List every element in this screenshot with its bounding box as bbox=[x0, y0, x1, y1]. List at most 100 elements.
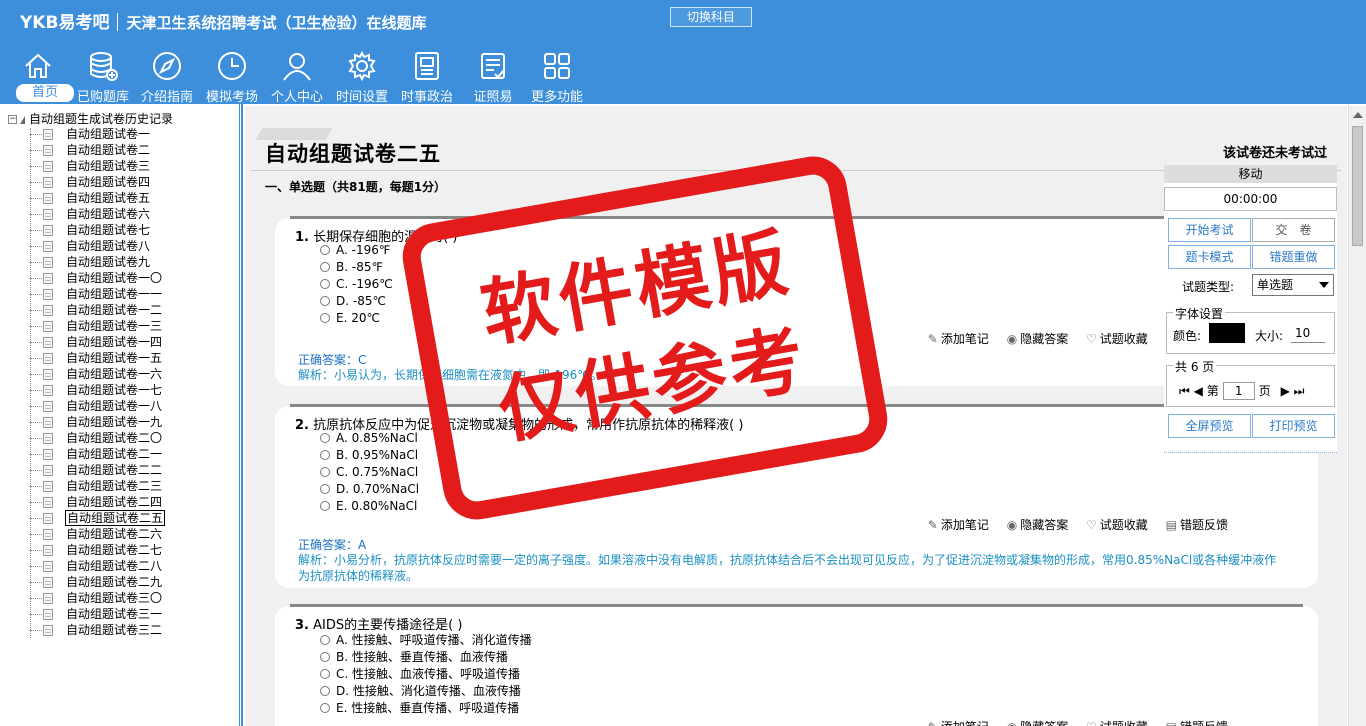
tree-root[interactable]: − 自动组题生成试卷历史记录 bbox=[8, 110, 173, 126]
tree-item-label: 自动组题试卷一 bbox=[66, 127, 151, 141]
nav-purchased[interactable]: 已购题库 bbox=[72, 48, 134, 105]
font-color-swatch[interactable] bbox=[1209, 323, 1245, 343]
option-item[interactable]: E. 性接触、垂直传播、呼吸道传播 bbox=[320, 699, 519, 716]
first-page-icon[interactable]: ⏮ bbox=[1179, 384, 1190, 398]
document-icon bbox=[43, 497, 53, 508]
tree-item-label: 自动组题试卷八 bbox=[66, 239, 151, 253]
next-page-icon[interactable]: ▶ bbox=[1281, 384, 1290, 398]
option-item[interactable]: D. 性接触、消化道传播、血液传播 bbox=[320, 682, 521, 699]
option-item[interactable]: E. 0.80%NaCl bbox=[320, 499, 417, 513]
radio-icon[interactable] bbox=[320, 669, 330, 679]
radio-icon[interactable] bbox=[320, 296, 330, 306]
add-note-button[interactable]: ✎添加笔记 bbox=[928, 518, 989, 532]
option-item[interactable]: D. -85℃ bbox=[320, 294, 386, 308]
font-size-label: 大小: bbox=[1255, 329, 1284, 343]
radio-icon[interactable] bbox=[320, 703, 330, 713]
option-label: A. 性接触、呼吸道传播、消化道传播 bbox=[336, 633, 532, 647]
tree-item-label: 自动组题试卷二五 bbox=[65, 510, 166, 526]
nav-personal[interactable]: 个人中心 bbox=[266, 48, 328, 105]
question-type-select[interactable]: 单选题 bbox=[1252, 274, 1334, 296]
option-item[interactable]: A. -196℉ bbox=[320, 243, 390, 257]
option-item[interactable]: C. -196℃ bbox=[320, 277, 393, 291]
option-item[interactable]: E. 20℃ bbox=[320, 311, 380, 325]
favorite-button[interactable]: ♡试题收藏 bbox=[1086, 332, 1148, 346]
prev-page-icon[interactable]: ◀ bbox=[1194, 384, 1203, 398]
radio-icon[interactable] bbox=[320, 262, 330, 272]
option-item[interactable]: A. 性接触、呼吸道传播、消化道传播 bbox=[320, 631, 532, 648]
radio-icon[interactable] bbox=[320, 467, 330, 477]
nav-label: 介绍指南 bbox=[140, 90, 193, 105]
tree-item-label: 自动组题试卷一五 bbox=[66, 351, 163, 365]
feedback-button[interactable]: ▤错题反馈 bbox=[1166, 518, 1228, 532]
document-icon bbox=[43, 465, 53, 476]
panel-move-handle[interactable]: 移动 bbox=[1164, 165, 1337, 183]
option-label: B. 0.95%NaCl bbox=[336, 448, 419, 462]
radio-icon[interactable] bbox=[320, 433, 330, 443]
page-number-input[interactable]: 1 bbox=[1222, 382, 1255, 400]
nav-label: 首页 bbox=[16, 84, 74, 102]
eye-icon: ◉ bbox=[1006, 332, 1018, 346]
feedback-button[interactable]: ▤错题反馈 bbox=[1166, 720, 1228, 726]
radio-icon[interactable] bbox=[320, 245, 330, 255]
nav-mock-exam[interactable]: 模拟考场 bbox=[200, 48, 264, 105]
add-note-button[interactable]: ✎添加笔记 bbox=[928, 332, 989, 346]
submit-button[interactable]: 交 卷 bbox=[1252, 218, 1335, 242]
option-label: C. -196℃ bbox=[336, 277, 393, 291]
vertical-scrollbar[interactable] bbox=[1348, 106, 1366, 726]
nav-home[interactable]: 首页 bbox=[8, 48, 74, 104]
radio-icon[interactable] bbox=[320, 686, 330, 696]
option-label: E. 性接触、垂直传播、呼吸道传播 bbox=[336, 701, 520, 715]
font-size-input[interactable]: 10 bbox=[1291, 323, 1325, 343]
nav-certificate[interactable]: 证照易 bbox=[462, 48, 524, 105]
tree-item-label: 自动组题试卷五 bbox=[66, 191, 151, 205]
switch-subject-button[interactable]: 切换科目 bbox=[670, 7, 752, 27]
radio-icon[interactable] bbox=[320, 279, 330, 289]
nav-time-settings[interactable]: 时间设置 bbox=[330, 48, 394, 105]
hide-answer-button[interactable]: ◉隐藏答案 bbox=[1007, 720, 1069, 726]
analysis-text: 解析：小易分析，抗原抗体反应时需要一定的离子强度。如果溶液中没有电解质，抗原抗体… bbox=[298, 553, 1277, 583]
document-icon bbox=[43, 385, 53, 396]
scroll-up-icon[interactable] bbox=[1353, 112, 1363, 118]
nav-label: 时间设置 bbox=[335, 90, 388, 105]
favorite-button[interactable]: ♡试题收藏 bbox=[1086, 720, 1148, 726]
scroll-thumb[interactable] bbox=[1352, 126, 1363, 246]
option-item[interactable]: B. 性接触、垂直传播、血液传播 bbox=[320, 648, 508, 665]
question-type-value: 单选题 bbox=[1257, 278, 1294, 292]
radio-icon[interactable] bbox=[320, 652, 330, 662]
option-item[interactable]: C. 0.75%NaCl bbox=[320, 465, 418, 479]
nav-current-affairs[interactable]: 时事政治 bbox=[396, 48, 458, 105]
tree-item-label: 自动组题试卷一三 bbox=[66, 319, 163, 333]
tree-item-label: 自动组题试卷三〇 bbox=[66, 591, 163, 605]
document-icon bbox=[43, 161, 53, 172]
radio-icon[interactable] bbox=[320, 313, 330, 323]
pencil-icon: ✎ bbox=[928, 720, 938, 726]
option-item[interactable]: B. 0.95%NaCl bbox=[320, 448, 418, 462]
option-item[interactable]: C. 性接触、血液传播、呼吸道传播 bbox=[320, 665, 520, 682]
option-item[interactable]: B. -85℉ bbox=[320, 260, 383, 274]
nav-guide[interactable]: 介绍指南 bbox=[136, 48, 198, 105]
tree-item-label: 自动组题试卷二七 bbox=[66, 543, 163, 557]
radio-icon[interactable] bbox=[320, 635, 330, 645]
redo-wrong-button[interactable]: 错题重做 bbox=[1252, 245, 1335, 269]
add-note-button[interactable]: ✎添加笔记 bbox=[928, 720, 989, 726]
document-icon bbox=[43, 305, 53, 316]
print-preview-button[interactable]: 打印预览 bbox=[1252, 414, 1335, 438]
question-number: 1. bbox=[295, 230, 309, 245]
nav-label: 时事政治 bbox=[400, 90, 453, 105]
radio-icon[interactable] bbox=[320, 450, 330, 460]
option-item[interactable]: D. 0.70%NaCl bbox=[320, 482, 419, 496]
last-page-icon[interactable]: ⏭ bbox=[1294, 384, 1305, 398]
option-item[interactable]: A. 0.85%NaCl bbox=[320, 431, 418, 445]
nav-more[interactable]: 更多功能 bbox=[526, 48, 588, 105]
hide-answer-button[interactable]: ◉隐藏答案 bbox=[1007, 518, 1069, 532]
radio-icon[interactable] bbox=[320, 484, 330, 494]
fullscreen-preview-button[interactable]: 全屏预览 bbox=[1168, 414, 1251, 438]
start-exam-button[interactable]: 开始考试 bbox=[1168, 218, 1251, 242]
pager: ⏮ ◀ 第1页 ▶ ⏭ bbox=[1179, 382, 1304, 400]
font-color-label: 颜色: bbox=[1173, 329, 1202, 343]
favorite-button[interactable]: ♡试题收藏 bbox=[1086, 518, 1148, 532]
hide-answer-button[interactable]: ◉隐藏答案 bbox=[1007, 332, 1069, 346]
card-mode-button[interactable]: 题卡模式 bbox=[1168, 245, 1251, 269]
radio-icon[interactable] bbox=[320, 501, 330, 511]
collapse-toggle-icon[interactable]: − bbox=[8, 115, 17, 124]
